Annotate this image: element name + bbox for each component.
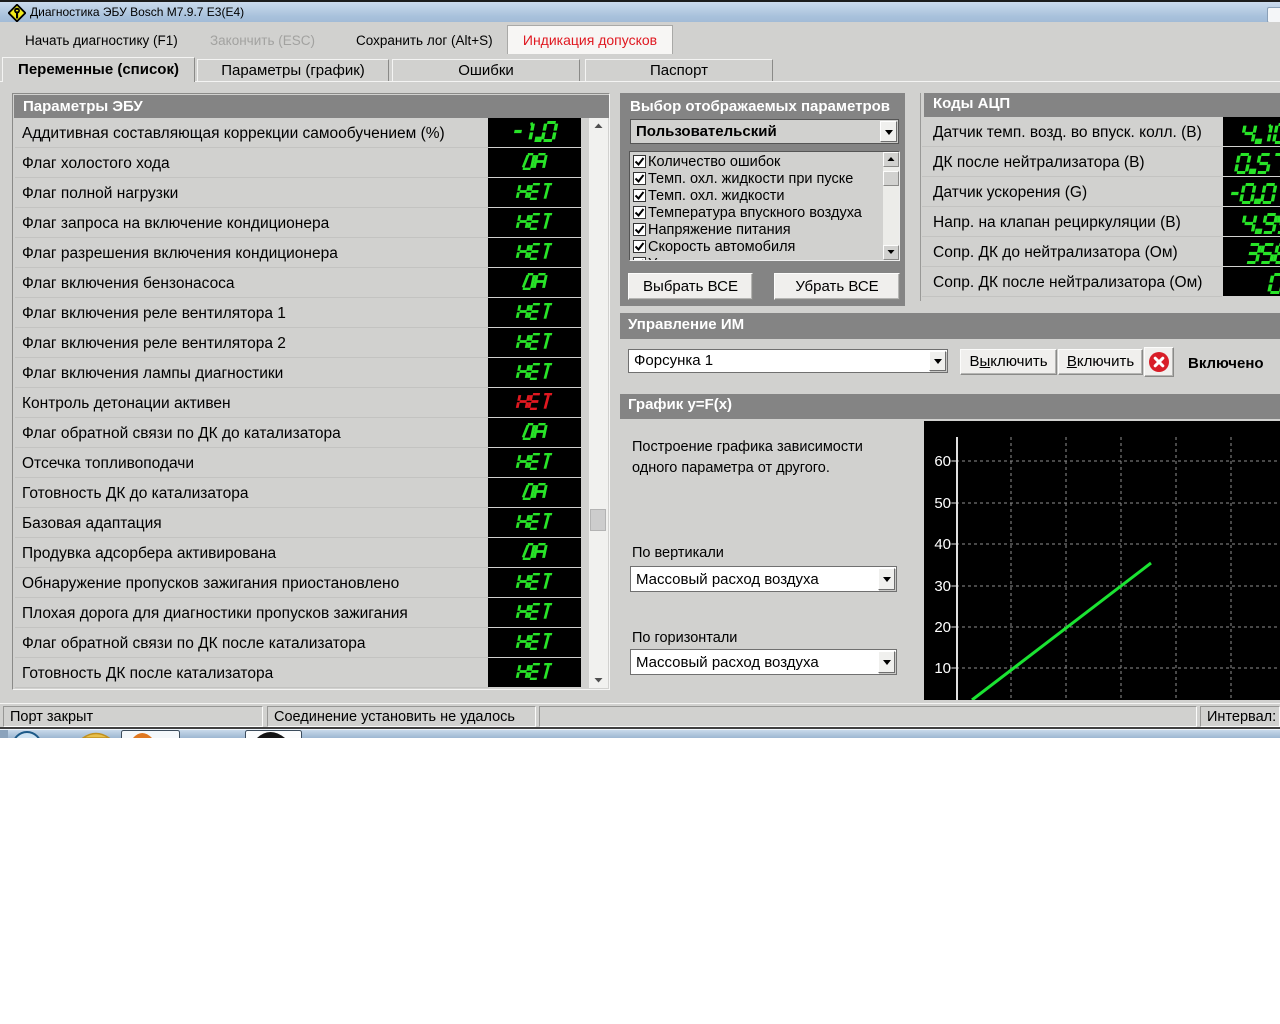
svg-text:10: 10 (934, 660, 951, 677)
svg-text:30: 30 (934, 578, 951, 595)
svg-text:20: 20 (934, 619, 951, 636)
svg-text:50: 50 (934, 495, 951, 512)
svg-text:60: 60 (934, 453, 951, 470)
svg-text:40: 40 (934, 536, 951, 553)
